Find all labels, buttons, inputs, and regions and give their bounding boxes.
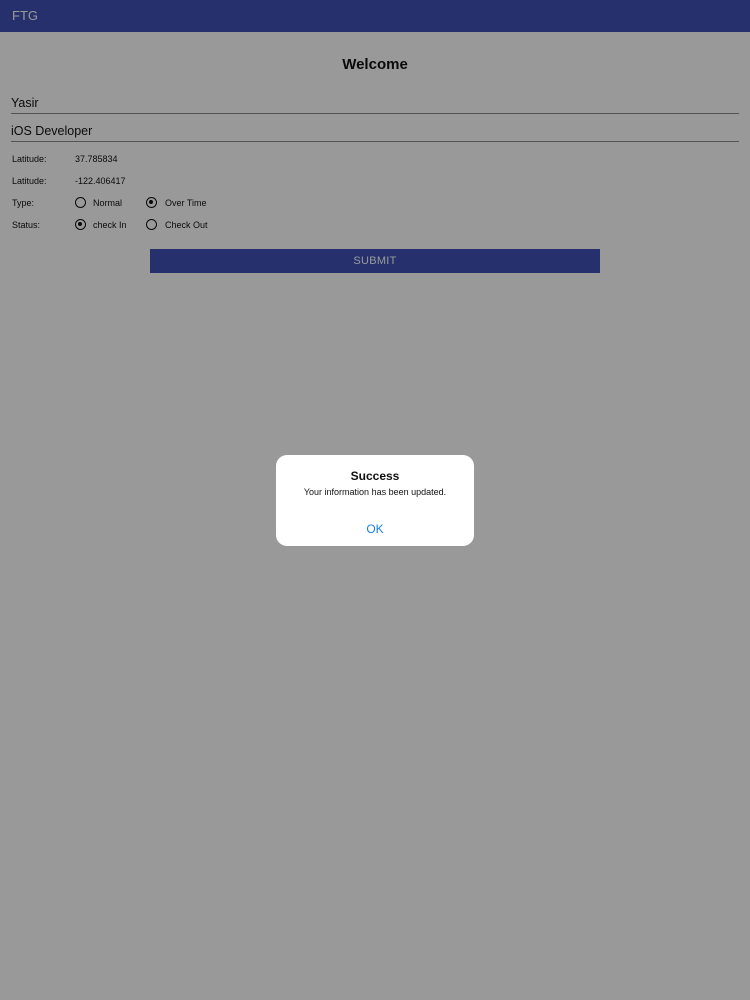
alert-title: Success [350, 469, 400, 483]
success-alert: Success Your information has been update… [276, 455, 474, 546]
alert-ok-button[interactable]: OK [276, 522, 474, 536]
alert-message: Your information has been updated. [303, 487, 447, 497]
